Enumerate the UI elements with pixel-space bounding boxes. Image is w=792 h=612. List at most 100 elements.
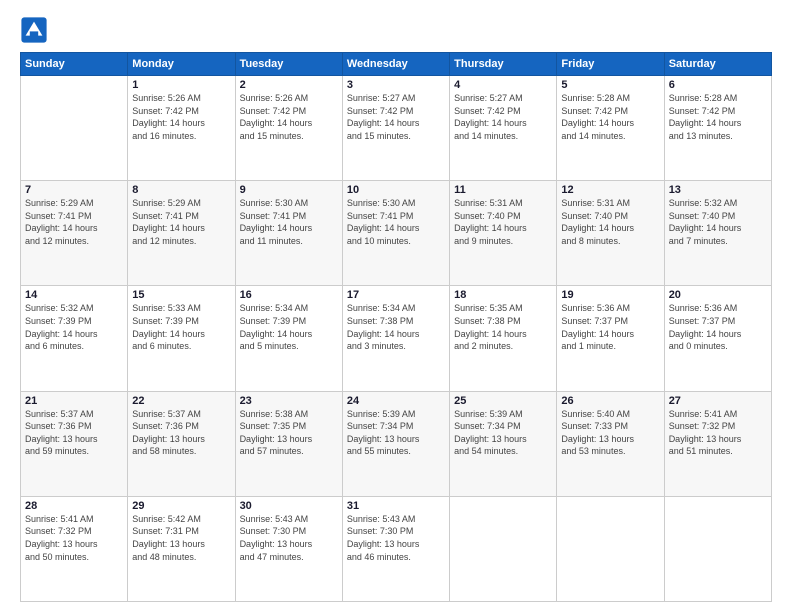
day-info: Sunrise: 5:27 AMSunset: 7:42 PMDaylight:… (454, 92, 552, 142)
calendar-cell: 19Sunrise: 5:36 AMSunset: 7:37 PMDayligh… (557, 286, 664, 391)
calendar-cell: 22Sunrise: 5:37 AMSunset: 7:36 PMDayligh… (128, 391, 235, 496)
calendar-cell: 12Sunrise: 5:31 AMSunset: 7:40 PMDayligh… (557, 181, 664, 286)
weekday-header-thursday: Thursday (450, 53, 557, 76)
calendar-cell: 4Sunrise: 5:27 AMSunset: 7:42 PMDaylight… (450, 76, 557, 181)
calendar-week-row: 28Sunrise: 5:41 AMSunset: 7:32 PMDayligh… (21, 496, 772, 601)
day-number: 19 (561, 289, 659, 301)
calendar-cell: 20Sunrise: 5:36 AMSunset: 7:37 PMDayligh… (664, 286, 771, 391)
day-number: 4 (454, 79, 552, 91)
calendar-cell: 26Sunrise: 5:40 AMSunset: 7:33 PMDayligh… (557, 391, 664, 496)
day-number: 10 (347, 184, 445, 196)
calendar-cell: 10Sunrise: 5:30 AMSunset: 7:41 PMDayligh… (342, 181, 449, 286)
day-info: Sunrise: 5:39 AMSunset: 7:34 PMDaylight:… (347, 408, 445, 458)
calendar-cell: 29Sunrise: 5:42 AMSunset: 7:31 PMDayligh… (128, 496, 235, 601)
day-info: Sunrise: 5:42 AMSunset: 7:31 PMDaylight:… (132, 513, 230, 563)
day-number: 25 (454, 395, 552, 407)
day-number: 15 (132, 289, 230, 301)
calendar-cell: 24Sunrise: 5:39 AMSunset: 7:34 PMDayligh… (342, 391, 449, 496)
calendar-cell: 3Sunrise: 5:27 AMSunset: 7:42 PMDaylight… (342, 76, 449, 181)
day-number: 13 (669, 184, 767, 196)
calendar-cell: 31Sunrise: 5:43 AMSunset: 7:30 PMDayligh… (342, 496, 449, 601)
day-info: Sunrise: 5:27 AMSunset: 7:42 PMDaylight:… (347, 92, 445, 142)
weekday-header-sunday: Sunday (21, 53, 128, 76)
day-number: 27 (669, 395, 767, 407)
calendar-cell (21, 76, 128, 181)
day-number: 28 (25, 500, 123, 512)
day-number: 5 (561, 79, 659, 91)
day-number: 11 (454, 184, 552, 196)
calendar-cell: 25Sunrise: 5:39 AMSunset: 7:34 PMDayligh… (450, 391, 557, 496)
header (20, 16, 772, 44)
day-info: Sunrise: 5:29 AMSunset: 7:41 PMDaylight:… (132, 197, 230, 247)
day-number: 2 (240, 79, 338, 91)
day-number: 30 (240, 500, 338, 512)
day-number: 22 (132, 395, 230, 407)
calendar-cell: 28Sunrise: 5:41 AMSunset: 7:32 PMDayligh… (21, 496, 128, 601)
day-info: Sunrise: 5:29 AMSunset: 7:41 PMDaylight:… (25, 197, 123, 247)
day-number: 26 (561, 395, 659, 407)
day-info: Sunrise: 5:35 AMSunset: 7:38 PMDaylight:… (454, 302, 552, 352)
calendar-cell: 8Sunrise: 5:29 AMSunset: 7:41 PMDaylight… (128, 181, 235, 286)
calendar-cell: 27Sunrise: 5:41 AMSunset: 7:32 PMDayligh… (664, 391, 771, 496)
day-info: Sunrise: 5:38 AMSunset: 7:35 PMDaylight:… (240, 408, 338, 458)
day-info: Sunrise: 5:36 AMSunset: 7:37 PMDaylight:… (669, 302, 767, 352)
day-number: 16 (240, 289, 338, 301)
weekday-header-wednesday: Wednesday (342, 53, 449, 76)
day-number: 1 (132, 79, 230, 91)
calendar-cell: 5Sunrise: 5:28 AMSunset: 7:42 PMDaylight… (557, 76, 664, 181)
calendar-cell: 30Sunrise: 5:43 AMSunset: 7:30 PMDayligh… (235, 496, 342, 601)
day-info: Sunrise: 5:28 AMSunset: 7:42 PMDaylight:… (669, 92, 767, 142)
day-number: 6 (669, 79, 767, 91)
day-info: Sunrise: 5:40 AMSunset: 7:33 PMDaylight:… (561, 408, 659, 458)
calendar-cell: 11Sunrise: 5:31 AMSunset: 7:40 PMDayligh… (450, 181, 557, 286)
day-number: 24 (347, 395, 445, 407)
day-number: 18 (454, 289, 552, 301)
day-number: 3 (347, 79, 445, 91)
day-number: 12 (561, 184, 659, 196)
day-info: Sunrise: 5:41 AMSunset: 7:32 PMDaylight:… (669, 408, 767, 458)
page: SundayMondayTuesdayWednesdayThursdayFrid… (0, 0, 792, 612)
day-info: Sunrise: 5:41 AMSunset: 7:32 PMDaylight:… (25, 513, 123, 563)
day-info: Sunrise: 5:31 AMSunset: 7:40 PMDaylight:… (454, 197, 552, 247)
calendar-cell: 9Sunrise: 5:30 AMSunset: 7:41 PMDaylight… (235, 181, 342, 286)
day-info: Sunrise: 5:34 AMSunset: 7:39 PMDaylight:… (240, 302, 338, 352)
calendar-cell: 17Sunrise: 5:34 AMSunset: 7:38 PMDayligh… (342, 286, 449, 391)
calendar-cell: 15Sunrise: 5:33 AMSunset: 7:39 PMDayligh… (128, 286, 235, 391)
day-number: 14 (25, 289, 123, 301)
calendar-week-row: 1 Sunrise: 5:26 AMSunset: 7:42 PMDaylight… (21, 76, 772, 181)
day-info: Sunrise: 5:43 AMSunset: 7:30 PMDaylight:… (240, 513, 338, 563)
day-number: 23 (240, 395, 338, 407)
calendar-cell: 13Sunrise: 5:32 AMSunset: 7:40 PMDayligh… (664, 181, 771, 286)
logo-icon (20, 16, 48, 44)
day-info: Sunrise: 5:30 AMSunset: 7:41 PMDaylight:… (347, 197, 445, 247)
day-info: Sunrise: 5:37 AMSunset: 7:36 PMDaylight:… (25, 408, 123, 458)
calendar-week-row: 14Sunrise: 5:32 AMSunset: 7:39 PMDayligh… (21, 286, 772, 391)
day-info: Sunrise: 5:37 AMSunset: 7:36 PMDaylight:… (132, 408, 230, 458)
weekday-header-friday: Friday (557, 53, 664, 76)
day-info: Sunrise: 5:43 AMSunset: 7:30 PMDaylight:… (347, 513, 445, 563)
weekday-header-saturday: Saturday (664, 53, 771, 76)
day-info: Sunrise: 5:28 AMSunset: 7:42 PMDaylight:… (561, 92, 659, 142)
day-info: Sunrise: 5:32 AMSunset: 7:40 PMDaylight:… (669, 197, 767, 247)
calendar-cell: 18Sunrise: 5:35 AMSunset: 7:38 PMDayligh… (450, 286, 557, 391)
day-info: Sunrise: 5:30 AMSunset: 7:41 PMDaylight:… (240, 197, 338, 247)
calendar-cell: 1Sunrise: 5:26 AMSunset: 7:42 PMDaylight… (128, 76, 235, 181)
day-number: 29 (132, 500, 230, 512)
calendar-cell (557, 496, 664, 601)
day-number: 21 (25, 395, 123, 407)
calendar-cell: 14Sunrise: 5:32 AMSunset: 7:39 PMDayligh… (21, 286, 128, 391)
day-info: Sunrise: 5:36 AMSunset: 7:37 PMDaylight:… (561, 302, 659, 352)
calendar-cell: 23Sunrise: 5:38 AMSunset: 7:35 PMDayligh… (235, 391, 342, 496)
calendar-cell (450, 496, 557, 601)
day-number: 20 (669, 289, 767, 301)
day-info: Sunrise: 5:31 AMSunset: 7:40 PMDaylight:… (561, 197, 659, 247)
calendar-week-row: 7Sunrise: 5:29 AMSunset: 7:41 PMDaylight… (21, 181, 772, 286)
day-number: 17 (347, 289, 445, 301)
day-info: Sunrise: 5:33 AMSunset: 7:39 PMDaylight:… (132, 302, 230, 352)
day-info: Sunrise: 5:26 AMSunset: 7:42 PMDaylight:… (240, 92, 338, 142)
calendar-week-row: 21Sunrise: 5:37 AMSunset: 7:36 PMDayligh… (21, 391, 772, 496)
weekday-header-tuesday: Tuesday (235, 53, 342, 76)
day-number: 8 (132, 184, 230, 196)
day-number: 9 (240, 184, 338, 196)
calendar-cell: 2Sunrise: 5:26 AMSunset: 7:42 PMDaylight… (235, 76, 342, 181)
